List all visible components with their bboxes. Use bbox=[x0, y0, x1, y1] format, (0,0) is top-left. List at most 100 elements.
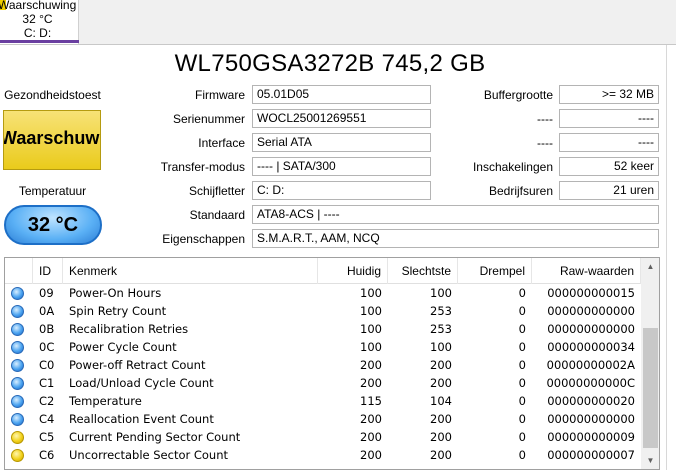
unknown-1-field: ---- bbox=[559, 109, 659, 128]
interface-label: Interface bbox=[198, 136, 245, 150]
table-row[interactable]: C5 Current Pending Sector Count 200 200 0 000… bbox=[5, 428, 641, 446]
firmware-field: 05.01D05 bbox=[252, 85, 431, 104]
scroll-up-icon[interactable]: ▲ bbox=[641, 258, 659, 275]
temperature-label: Temperatuur bbox=[18, 184, 87, 198]
current-value: 100 bbox=[360, 322, 382, 336]
serial-label: Serienummer bbox=[172, 112, 245, 126]
table-row[interactable]: C0 Power-off Retract Count 200 200 0 00000000… bbox=[5, 356, 641, 374]
worst-value: 253 bbox=[430, 304, 452, 318]
status-blue-icon bbox=[11, 359, 24, 372]
table-body: 09 Power-On Hours 100 100 0 000000000015 0A Spi… bbox=[5, 284, 641, 464]
disk-tab[interactable]: Waarschuwing 32 °C C: D: bbox=[0, 0, 79, 44]
header-status[interactable] bbox=[5, 258, 33, 284]
scroll-down-icon[interactable]: ▼ bbox=[641, 452, 659, 469]
vertical-scrollbar[interactable]: ▲ ▼ bbox=[641, 258, 659, 469]
threshold-value: 0 bbox=[518, 304, 526, 318]
threshold-value: 0 bbox=[518, 448, 526, 462]
status-blue-icon bbox=[11, 341, 24, 354]
attribute-name: Power Cycle Count bbox=[69, 340, 177, 354]
scrollbar-thumb[interactable] bbox=[643, 328, 658, 448]
raw-value: 000000000000 bbox=[547, 412, 635, 426]
health-status-button[interactable]: Waarschuwing bbox=[3, 110, 101, 170]
raw-value: 00000000002A bbox=[546, 358, 635, 372]
table-row[interactable]: C2 Temperature 115 104 0 000000000020 bbox=[5, 392, 641, 410]
attribute-name: Current Pending Sector Count bbox=[69, 430, 241, 444]
header-worst[interactable]: Slechtste bbox=[388, 258, 458, 284]
worst-value: 200 bbox=[430, 448, 452, 462]
smart-attributes-table: ID Kenmerk Huidig Slechtste Drempel Raw-… bbox=[4, 257, 660, 470]
header-raw-values[interactable]: Raw-waarden bbox=[532, 258, 641, 284]
unknown-2-label: ---- bbox=[537, 136, 553, 150]
attribute-id: C6 bbox=[39, 448, 55, 462]
worst-value: 200 bbox=[430, 376, 452, 390]
threshold-value: 0 bbox=[518, 412, 526, 426]
attribute-id: 0A bbox=[39, 304, 55, 318]
health-status-label: Gezondheidstoest bbox=[4, 88, 101, 102]
drive-letter-label: Schijfletter bbox=[188, 184, 245, 198]
attribute-name: Power-off Retract Count bbox=[69, 358, 206, 372]
worst-value: 253 bbox=[430, 322, 452, 336]
features-field: S.M.A.R.T., AAM, NCQ bbox=[252, 229, 659, 248]
disk-tab-temperature: 32 °C bbox=[22, 12, 53, 26]
attribute-id: 0B bbox=[39, 322, 55, 336]
table-row[interactable]: 0A Spin Retry Count 100 253 0 000000000000 bbox=[5, 302, 641, 320]
worst-value: 100 bbox=[430, 340, 452, 354]
serial-field: WOCL25001269551 bbox=[252, 109, 431, 128]
raw-value: 000000000007 bbox=[547, 448, 635, 462]
table-row[interactable]: 0C Power Cycle Count 100 100 0 000000000034 bbox=[5, 338, 641, 356]
table-row[interactable]: C1 Load/Unload Cycle Count 200 200 0 00000000… bbox=[5, 374, 641, 392]
power-on-count-label: Inschakelingen bbox=[472, 160, 553, 174]
threshold-value: 0 bbox=[518, 376, 526, 390]
attribute-name: Load/Unload Cycle Count bbox=[69, 376, 214, 390]
temperature-value: 32 °C bbox=[27, 214, 79, 236]
status-blue-icon bbox=[11, 395, 24, 408]
table-row[interactable]: 09 Power-On Hours 100 100 0 000000000015 bbox=[5, 284, 641, 302]
standard-label: Standaard bbox=[189, 208, 245, 222]
raw-value: 000000000015 bbox=[547, 286, 635, 300]
transfer-mode-label: Transfer-modus bbox=[160, 160, 245, 174]
current-value: 100 bbox=[360, 286, 382, 300]
interface-field: Serial ATA bbox=[252, 133, 431, 152]
buffer-size-field: >= 32 MB bbox=[559, 85, 659, 104]
status-blue-icon bbox=[11, 413, 24, 426]
table-header: ID Kenmerk Huidig Slechtste Drempel Raw-… bbox=[5, 258, 641, 284]
header-threshold[interactable]: Drempel bbox=[458, 258, 532, 284]
table-row[interactable]: 0B Recalibration Retries 100 253 0 0000000000… bbox=[5, 320, 641, 338]
header-current[interactable]: Huidig bbox=[318, 258, 388, 284]
attribute-name: Reallocation Event Count bbox=[69, 412, 214, 426]
worst-value: 200 bbox=[430, 358, 452, 372]
attribute-name: Recalibration Retries bbox=[69, 322, 189, 336]
current-value: 100 bbox=[360, 304, 382, 318]
worst-value: 104 bbox=[430, 394, 452, 408]
status-yellow-icon bbox=[11, 431, 24, 444]
current-value: 100 bbox=[360, 340, 382, 354]
current-value: 200 bbox=[360, 376, 382, 390]
table-row[interactable]: C4 Reallocation Event Count 200 200 0 0000000… bbox=[5, 410, 641, 428]
status-blue-icon bbox=[11, 287, 24, 300]
raw-value: 000000000000 bbox=[547, 304, 635, 318]
attribute-name: Uncorrectable Sector Count bbox=[69, 448, 229, 462]
disk-tab-selected-underline bbox=[0, 40, 79, 43]
power-on-hours-field: 21 uren bbox=[559, 181, 659, 200]
power-on-hours-label: Bedrijfsuren bbox=[488, 184, 553, 198]
current-value: 200 bbox=[360, 430, 382, 444]
power-on-count-field: 52 keer bbox=[559, 157, 659, 176]
header-id[interactable]: ID bbox=[33, 258, 63, 284]
current-value: 200 bbox=[360, 358, 382, 372]
disk-tab-bar: Waarschuwing 32 °C C: D: bbox=[0, 0, 676, 45]
current-value: 200 bbox=[360, 412, 382, 426]
status-blue-icon bbox=[11, 377, 24, 390]
threshold-value: 0 bbox=[518, 430, 526, 444]
attribute-id: C0 bbox=[39, 358, 55, 372]
threshold-value: 0 bbox=[518, 358, 526, 372]
table-row[interactable]: C6 Uncorrectable Sector Count 200 200 0 00000… bbox=[5, 446, 641, 464]
raw-value: 000000000000 bbox=[547, 322, 635, 336]
attribute-name: Spin Retry Count bbox=[69, 304, 167, 318]
status-yellow-icon bbox=[11, 449, 24, 462]
threshold-value: 0 bbox=[518, 286, 526, 300]
firmware-label: Firmware bbox=[195, 88, 245, 102]
attribute-id: 0C bbox=[39, 340, 55, 354]
attribute-id: C5 bbox=[39, 430, 55, 444]
header-attribute[interactable]: Kenmerk bbox=[63, 258, 318, 284]
disk-tab-status: Waarschuwing bbox=[0, 0, 77, 12]
